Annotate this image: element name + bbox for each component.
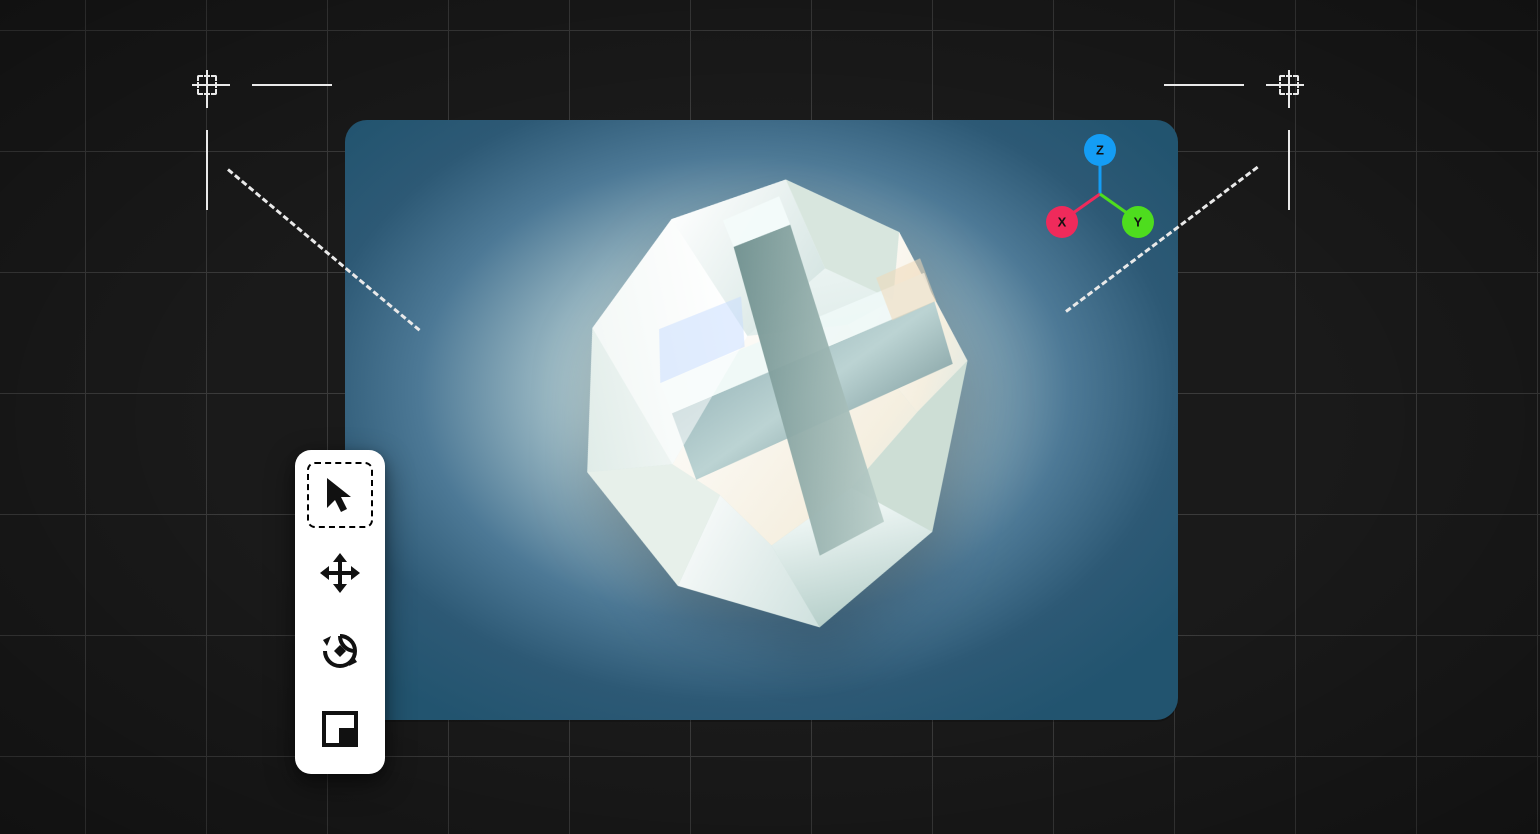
axis-z-ball[interactable] xyxy=(1084,134,1116,166)
axis-gizmo[interactable]: Z X Y xyxy=(1040,132,1160,242)
rotate-tool[interactable] xyxy=(307,618,373,684)
axis-y-ball[interactable] xyxy=(1122,206,1154,238)
select-tool[interactable] xyxy=(307,462,373,528)
scale-icon xyxy=(317,706,363,752)
move-icon xyxy=(317,550,363,596)
crop-mark-left xyxy=(192,70,332,210)
move-tool[interactable] xyxy=(307,540,373,606)
rotate-icon xyxy=(317,628,363,674)
rendered-3d-object xyxy=(453,120,1070,713)
viewport-3d[interactable]: Z X Y xyxy=(345,120,1178,720)
cursor-icon xyxy=(317,472,363,518)
crop-mark-right xyxy=(1164,70,1304,210)
scale-tool[interactable] xyxy=(307,696,373,762)
tool-palette xyxy=(295,450,385,774)
axis-x-ball[interactable] xyxy=(1046,206,1078,238)
